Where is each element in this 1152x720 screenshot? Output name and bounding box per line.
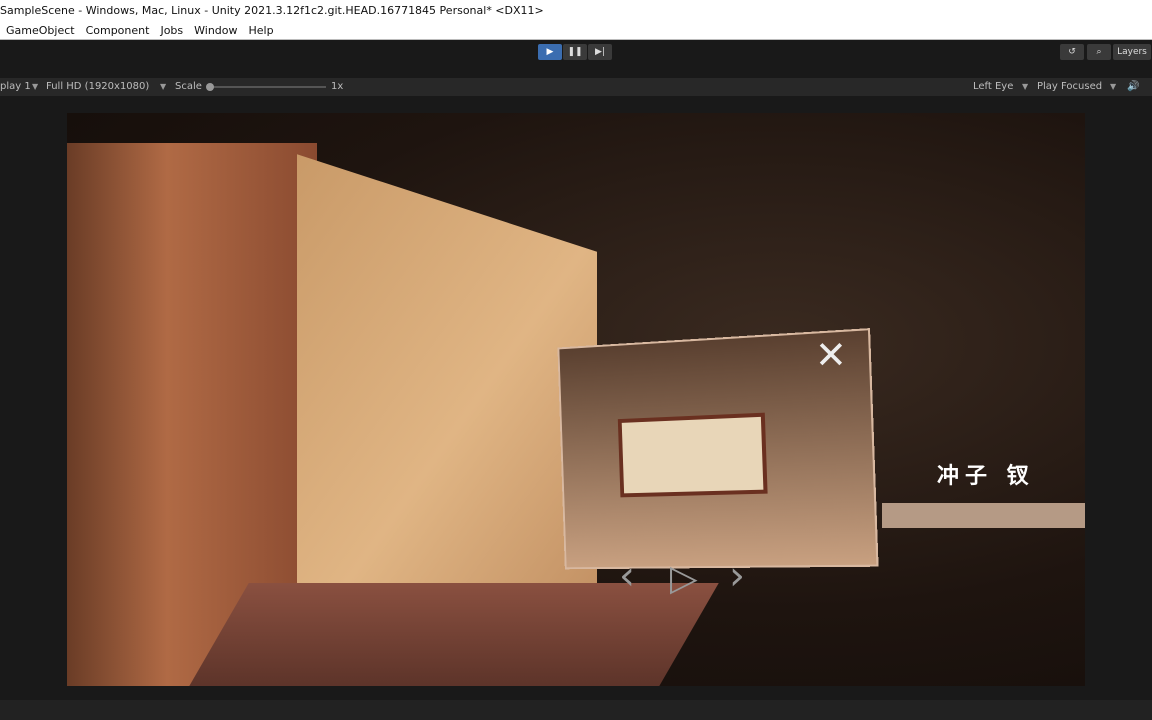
history-icon: ↺ (1068, 47, 1076, 57)
chevron-down-icon: ▼ (32, 82, 39, 91)
close-icon[interactable]: ✕ (815, 335, 847, 375)
previous-icon[interactable]: ‹ (619, 553, 635, 599)
audio-icon[interactable]: 🔊 (1127, 78, 1139, 96)
game-viewport[interactable]: ✕ ‹ ▷ › 冲子 钗 (67, 113, 1085, 686)
table (882, 503, 1085, 528)
menu-bar: GameObject Component Jobs Window Help (0, 22, 1152, 40)
resolution-dropdown[interactable]: Full HD (1920x1080) (46, 78, 149, 96)
menu-gameobject[interactable]: GameObject (6, 24, 75, 37)
play-mode-dropdown[interactable]: Play Focused (1037, 78, 1102, 96)
play-icon[interactable]: ▷ (670, 558, 698, 599)
chevron-down-icon: ▼ (160, 82, 167, 91)
pause-button[interactable]: ❚❚ (563, 44, 587, 60)
step-icon: ▶| (595, 47, 605, 57)
game-view-toolbar: play 1 ▼ Full HD (1920x1080) ▼ Scale 1x … (0, 78, 1152, 96)
display-dropdown[interactable]: play 1 (0, 78, 31, 96)
menu-jobs[interactable]: Jobs (160, 24, 183, 37)
chevron-down-icon: ▼ (1022, 82, 1029, 91)
status-bar (0, 700, 1152, 720)
scale-value: 1x (331, 81, 344, 92)
chevron-down-icon: ▼ (1110, 82, 1117, 91)
layers-dropdown[interactable]: Layers (1113, 44, 1151, 60)
step-button[interactable]: ▶| (588, 44, 612, 60)
bench (185, 583, 719, 686)
window-title: SampleScene - Windows, Mac, Linux - Unit… (0, 0, 1152, 22)
menu-help[interactable]: Help (249, 24, 274, 37)
history-button[interactable]: ↺ (1060, 44, 1084, 60)
next-icon[interactable]: › (729, 553, 745, 599)
play-icon: ▶ (546, 47, 554, 57)
stage-preview (617, 412, 768, 498)
scale-slider[interactable] (210, 86, 326, 88)
main-toolbar: ▶ ❚❚ ▶| ↺ ⌕ Layers (0, 40, 1152, 64)
scale-slider-handle[interactable] (206, 83, 214, 91)
search-icon: ⌕ (1096, 47, 1102, 57)
pause-icon: ❚❚ (567, 47, 583, 57)
search-button[interactable]: ⌕ (1087, 44, 1111, 60)
scale-label: Scale (175, 81, 202, 92)
scene-caption: 冲子 钗 (937, 464, 1035, 489)
play-button[interactable]: ▶ (538, 44, 562, 60)
eye-dropdown[interactable]: Left Eye (973, 78, 1013, 96)
menu-window[interactable]: Window (194, 24, 237, 37)
menu-component[interactable]: Component (86, 24, 150, 37)
